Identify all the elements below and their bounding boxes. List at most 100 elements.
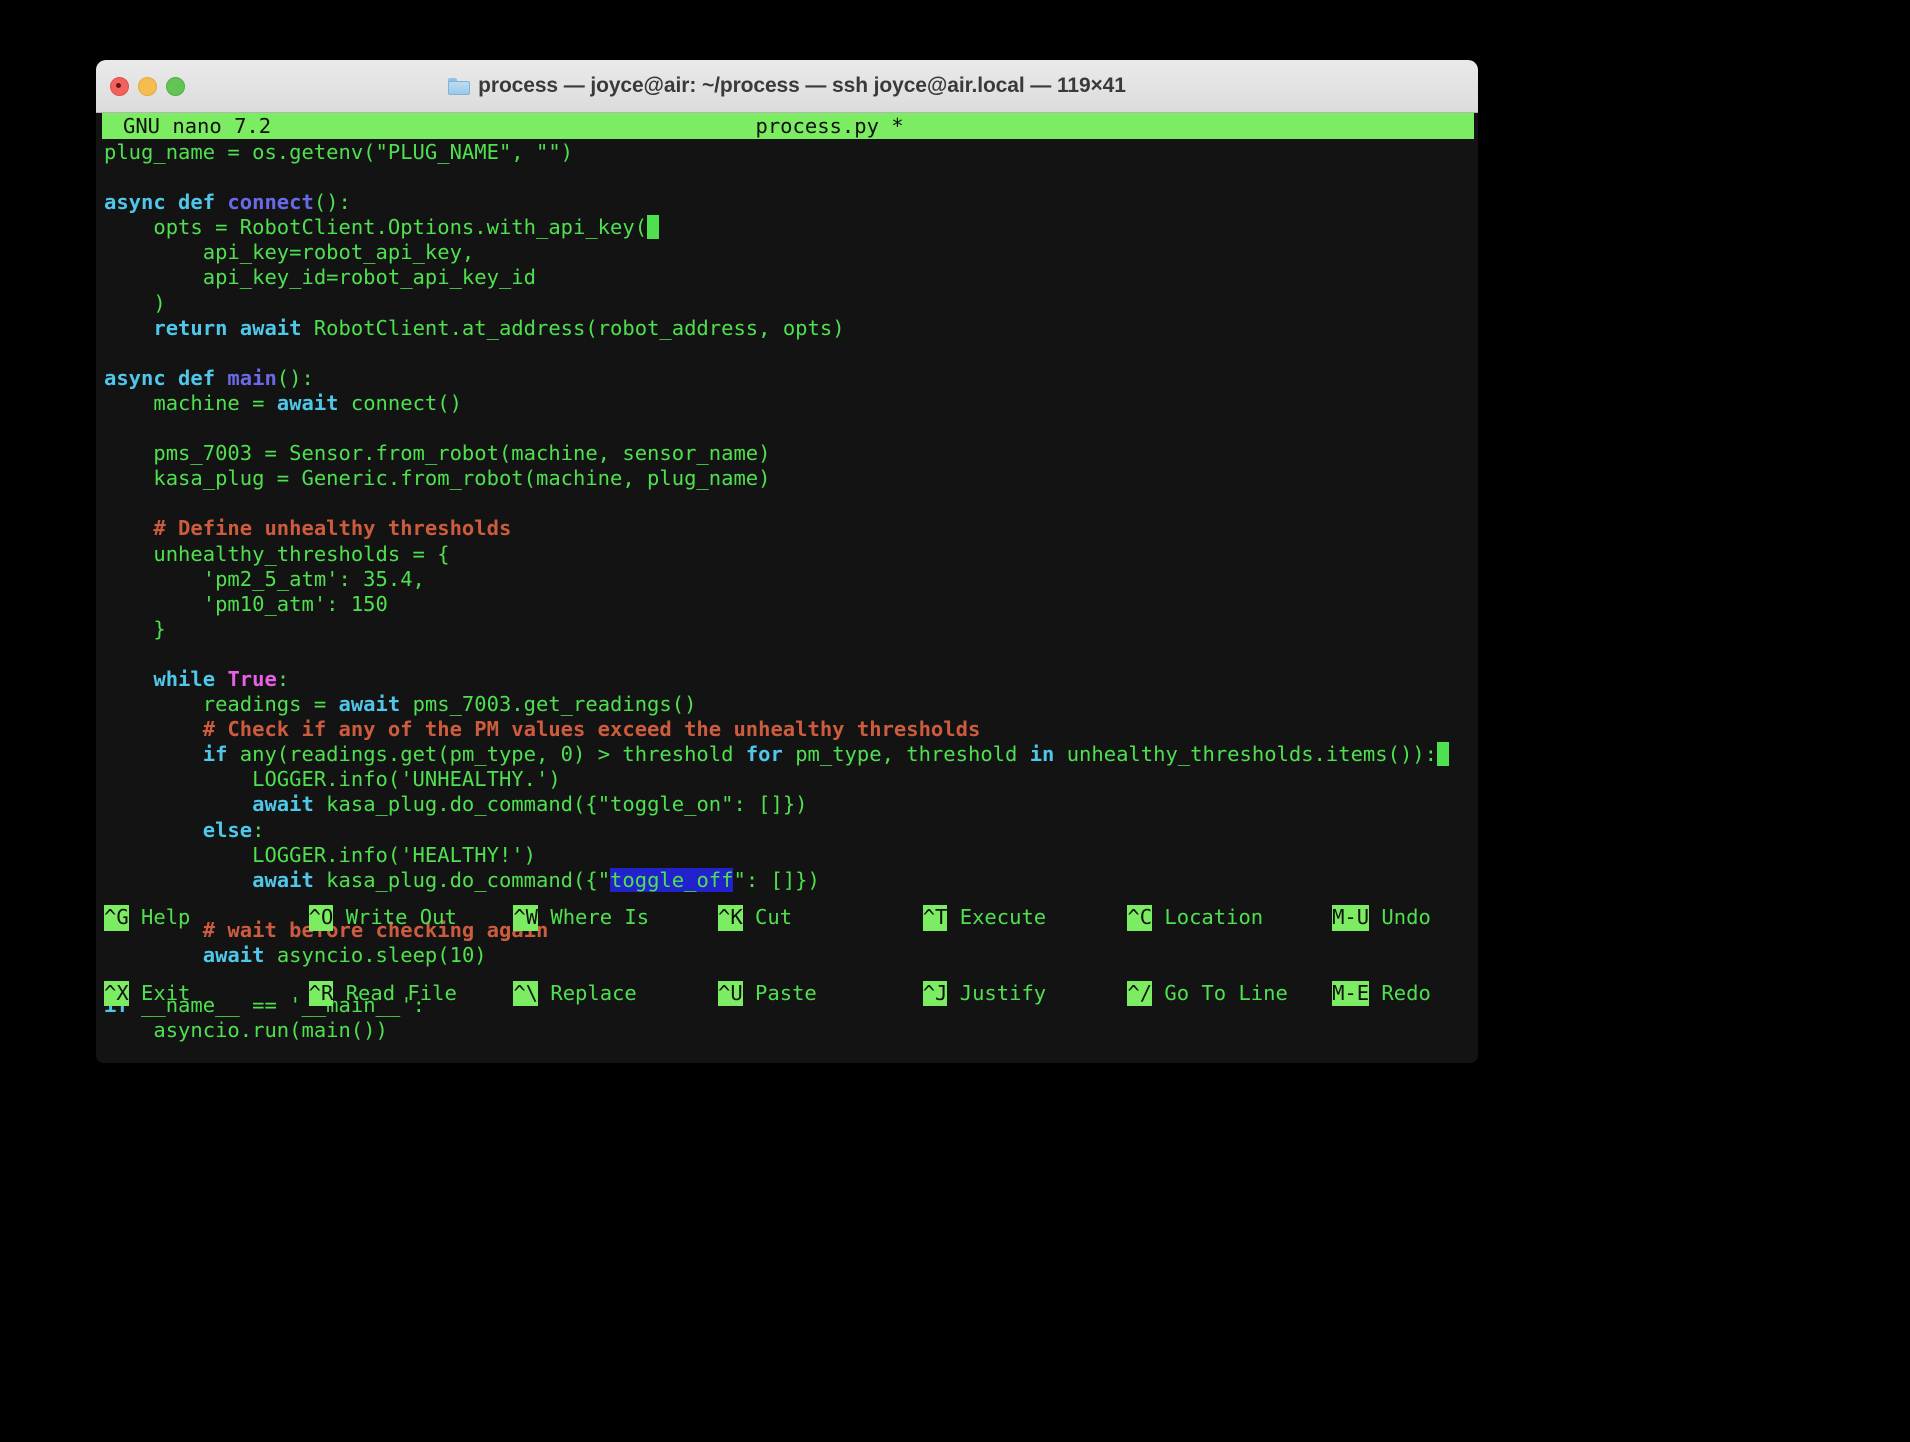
shortcut-key: ^\ bbox=[513, 980, 539, 1006]
terminal-window: process — joyce@air: ~/process — ssh joy… bbox=[96, 60, 1478, 1063]
code-token: opts = RobotClient.Options.with_api_key( bbox=[104, 215, 648, 240]
code-line: pms_7003 = Sensor.from_robot(machine, se… bbox=[104, 441, 1474, 466]
shortcut-key: ^O bbox=[308, 905, 334, 931]
shortcut-location[interactable]: ^C Location bbox=[1127, 905, 1264, 931]
code-token: kasa_plug.do_command({ bbox=[326, 792, 598, 817]
code-line: while True: bbox=[104, 667, 1474, 692]
window-title: process — joyce@air: ~/process — ssh joy… bbox=[96, 74, 1478, 98]
shortcut-redo[interactable]: M-E Redo bbox=[1332, 980, 1431, 1006]
code-line: 'pm2_5_atm': 35.4, bbox=[104, 567, 1474, 592]
shortcut-key: ^K bbox=[718, 905, 743, 931]
code-line: unhealthy_thresholds = { bbox=[104, 542, 1474, 567]
code-token: api_key=robot_api_key, bbox=[104, 240, 475, 265]
terminal-content[interactable]: GNU nano 7.2 process.py * plug_name = os… bbox=[96, 113, 1478, 1063]
maximize-window-button[interactable] bbox=[166, 76, 185, 96]
shortcut-label: Where Is bbox=[538, 905, 650, 930]
shortcut-write-out[interactable]: ^O Write Out bbox=[308, 905, 457, 931]
shortcut-label: Execute bbox=[947, 905, 1047, 930]
code-token: } bbox=[104, 616, 166, 641]
code-token: machine = bbox=[104, 390, 277, 415]
code-token: True bbox=[227, 666, 277, 691]
shortcut-key: ^C bbox=[1127, 905, 1153, 931]
shortcut-key: ^G bbox=[104, 905, 129, 931]
code-line: opts = RobotClient.Options.with_api_key( bbox=[104, 215, 1474, 240]
code-line: else: bbox=[104, 818, 1474, 843]
shortcut-key: ^/ bbox=[1127, 980, 1153, 1006]
nano-shortcut-bar: ^G Help ^O Write Out ^W Where Is ^K Cut ^T E… bbox=[104, 855, 1476, 1056]
code-token: while bbox=[153, 666, 228, 691]
window-title-bar[interactable]: process — joyce@air: ~/process — ssh joy… bbox=[96, 60, 1478, 113]
code-line: } bbox=[104, 617, 1474, 642]
shortcut-key: ^W bbox=[513, 905, 539, 931]
code-token: (): bbox=[313, 190, 351, 215]
shortcut-label: Justify bbox=[947, 980, 1047, 1005]
shortcut-go-to-line[interactable]: ^/ Go To Line bbox=[1127, 980, 1288, 1006]
shortcut-label: Exit bbox=[128, 980, 191, 1005]
nano-version-label: GNU nano 7.2 bbox=[123, 114, 272, 138]
code-token: pms_7003 = Sensor.from_robot(machine, se… bbox=[104, 441, 771, 466]
shortcut-key: ^R bbox=[308, 980, 334, 1006]
code-token: 'pm10_atm': 150 bbox=[104, 591, 388, 616]
window-title-text: process — joyce@air: ~/process — ssh joy… bbox=[478, 74, 1126, 97]
shortcut-label: Cut bbox=[742, 905, 793, 930]
shortcut-cut[interactable]: ^K Cut bbox=[718, 905, 793, 931]
nano-filename-label: process.py * bbox=[755, 114, 904, 138]
folder-icon bbox=[448, 77, 471, 95]
shortcut-row-1: ^G Help ^O Write Out ^W Where Is ^K Cut ^T E… bbox=[104, 905, 1476, 931]
shortcut-key: M-U bbox=[1332, 905, 1370, 931]
code-token: plug_name = os.getenv("PLUG_NAME", "") bbox=[104, 140, 573, 164]
shortcut-label: Write Out bbox=[333, 905, 457, 930]
shortcut-label: Location bbox=[1152, 905, 1264, 930]
code-line: plug_name = os.getenv("PLUG_NAME", "") bbox=[104, 140, 1474, 165]
code-token: for bbox=[745, 742, 796, 767]
shortcut-justify[interactable]: ^J Justify bbox=[922, 980, 1047, 1006]
code-token: await bbox=[252, 792, 327, 817]
code-token: main bbox=[227, 365, 277, 390]
code-line: readings = await pms_7003.get_readings() bbox=[104, 692, 1474, 717]
code-line: return await RobotClient.at_address(robo… bbox=[104, 316, 1474, 341]
code-token: pm_type, threshold bbox=[795, 742, 1030, 767]
code-token: any(readings.get(pm_type, 0) > threshold bbox=[239, 742, 746, 767]
shortcut-replace[interactable]: ^\ Replace bbox=[513, 980, 637, 1006]
minimize-window-button[interactable] bbox=[138, 76, 157, 96]
code-line: kasa_plug = Generic.from_robot(machine, … bbox=[104, 466, 1474, 491]
code-token: in bbox=[1029, 742, 1067, 767]
code-line: # Define unhealthy thresholds bbox=[104, 516, 1474, 541]
shortcut-paste[interactable]: ^U Paste bbox=[718, 980, 817, 1006]
shortcut-label: Go To Line bbox=[1152, 980, 1288, 1005]
shortcut-execute[interactable]: ^T Execute bbox=[922, 905, 1047, 931]
code-line: 'pm10_atm': 150 bbox=[104, 592, 1474, 617]
code-line: LOGGER.info('UNHEALTHY.') bbox=[104, 767, 1474, 792]
shortcut-undo[interactable]: M-U Undo bbox=[1332, 905, 1431, 931]
code-line: machine = await connect() bbox=[104, 391, 1474, 416]
code-token: : bbox=[252, 817, 265, 842]
code-token: api_key_id=robot_api_key_id bbox=[104, 265, 536, 290]
code-line: async def connect(): bbox=[104, 190, 1474, 215]
code-token: RobotClient.at_address(robot_address, op… bbox=[313, 315, 845, 340]
code-token: LOGGER.info( bbox=[104, 767, 401, 792]
shortcut-label: Help bbox=[128, 905, 191, 930]
shortcut-row-2: ^X Exit ^R Read File ^\ Replace ^U Paste ^J … bbox=[104, 980, 1476, 1006]
shortcut-label: Paste bbox=[742, 980, 817, 1005]
shortcut-key: M-E bbox=[1332, 980, 1370, 1006]
shortcut-where-is[interactable]: ^W Where Is bbox=[513, 905, 650, 931]
shortcut-label: Undo bbox=[1369, 905, 1431, 930]
shortcut-exit[interactable]: ^X Exit bbox=[104, 980, 191, 1006]
code-token: return await bbox=[153, 315, 314, 340]
code-line: await kasa_plug.do_command({"toggle_on":… bbox=[104, 792, 1474, 817]
shortcut-key: ^T bbox=[922, 905, 948, 931]
close-window-button[interactable] bbox=[110, 76, 129, 96]
nano-title-bar: GNU nano 7.2 process.py * bbox=[102, 113, 1474, 139]
code-token: readings = bbox=[104, 692, 339, 717]
shortcut-read-file[interactable]: ^R Read File bbox=[308, 980, 457, 1006]
shortcut-help[interactable]: ^G Help bbox=[104, 905, 191, 931]
code-token: else bbox=[202, 817, 253, 842]
code-comment: # Check if any of the PM values exceed t… bbox=[104, 717, 981, 742]
code-token: ) bbox=[548, 767, 561, 792]
code-line: api_key_id=robot_api_key_id bbox=[104, 265, 1474, 290]
